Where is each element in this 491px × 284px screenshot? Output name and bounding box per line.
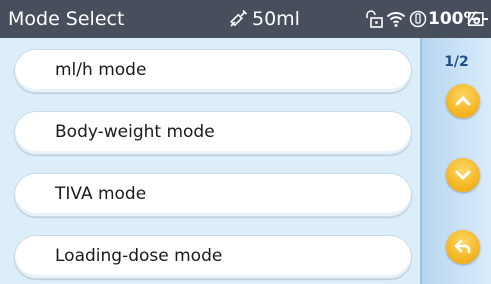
mode-item-body-weight[interactable]: Body-weight mode <box>14 111 412 155</box>
mode-item-label: Loading-dose mode <box>55 246 223 266</box>
back-button[interactable] <box>446 230 480 264</box>
page-up-button[interactable] <box>446 84 480 118</box>
syringe-volume: 50ml <box>252 8 300 30</box>
status-bar: Mode Select 50ml 100% <box>0 0 491 38</box>
mode-item-tiva[interactable]: TIVA mode <box>14 173 412 217</box>
lock-icon <box>366 10 383 28</box>
mode-item-label: Body-weight mode <box>55 122 215 142</box>
mode-item-label: TIVA mode <box>55 184 147 204</box>
pressure-icon <box>409 10 427 28</box>
mode-item-ml-h[interactable]: ml/h mode <box>14 49 412 93</box>
mode-item-loading-dose[interactable]: Loading-dose mode <box>14 235 412 279</box>
back-arrow-icon <box>454 239 471 254</box>
chevron-up-icon <box>455 96 471 106</box>
screen-title: Mode Select <box>8 8 125 30</box>
page-down-button[interactable] <box>446 158 480 192</box>
ac-power-icon <box>468 12 488 26</box>
wifi-icon <box>386 12 406 27</box>
syringe-icon <box>230 9 248 27</box>
chevron-down-icon <box>455 170 471 180</box>
side-navigation-panel: 1/2 <box>420 38 491 284</box>
mode-list: ml/h mode Body-weight mode TIVA mode Loa… <box>0 38 420 284</box>
page-indicator: 1/2 <box>444 54 469 70</box>
mode-item-label: ml/h mode <box>55 60 147 80</box>
